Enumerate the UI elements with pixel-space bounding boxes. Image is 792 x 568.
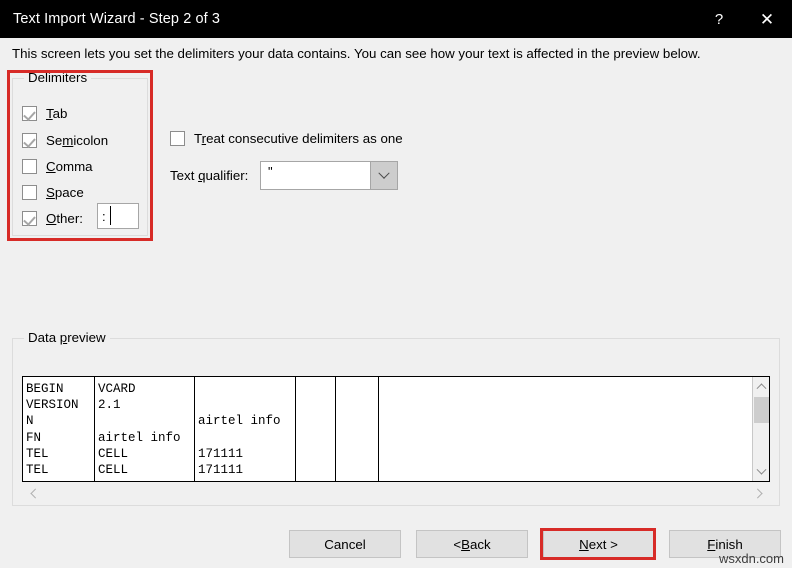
preview-cell: airtel info	[198, 414, 281, 429]
preview-cell	[339, 430, 378, 446]
text-import-wizard-dialog: Text Import Wizard - Step 2 of 3 ? ✕ Thi…	[0, 0, 792, 568]
scroll-down-icon[interactable]	[753, 464, 769, 481]
delimiters-legend: Delimiters	[24, 70, 92, 85]
checkbox-other[interactable]: Other:	[22, 209, 83, 228]
preview-cell	[299, 446, 335, 462]
preview-cell: 171111	[198, 462, 244, 477]
preview-cell: BEGIN	[26, 382, 64, 396]
preview-column-1[interactable]: VCARD 2.1 airtel info CELL CELL	[95, 377, 195, 481]
preview-cell	[198, 381, 295, 397]
preview-cell: 2.1	[98, 398, 121, 413]
chevron-down-glyph	[378, 167, 390, 179]
preview-column-5[interactable]	[379, 377, 752, 481]
preview-cell: 171111	[198, 446, 244, 461]
preview-cell	[382, 446, 752, 462]
preview-cell	[339, 381, 378, 397]
checkbox-semicolon[interactable]: Semicolon	[22, 131, 108, 150]
watermark: wsxdn.com	[718, 551, 784, 566]
scroll-up-icon[interactable]	[753, 377, 769, 394]
text-qualifier-label: Text qualifier:	[170, 168, 249, 183]
checkbox-comma-box[interactable]	[22, 159, 37, 174]
preview-cell: VCARD	[98, 382, 136, 396]
preview-column-4[interactable]	[336, 377, 379, 481]
chevron-left-glyph	[29, 488, 40, 498]
checkbox-space[interactable]: Space	[22, 183, 84, 202]
chevron-down-glyph	[756, 464, 767, 475]
preview-cell: CELL	[98, 462, 129, 477]
preview-cell	[382, 462, 752, 478]
checkbox-tab-box[interactable]	[22, 106, 37, 121]
checkbox-treat-consecutive-label: Treat consecutive delimiters as one	[194, 131, 403, 146]
preview-cell	[382, 397, 752, 413]
preview-cell: FN	[26, 430, 42, 445]
checkbox-tab[interactable]: Tab	[22, 104, 67, 123]
preview-horizontal-scrollbar[interactable]	[22, 483, 770, 503]
preview-cell: TEL	[26, 446, 49, 461]
preview-cell	[299, 413, 335, 429]
checkbox-semicolon-label: Semicolon	[46, 133, 109, 148]
preview-cell	[382, 413, 752, 429]
preview-column-0[interactable]: BEGIN VERSION N FN TEL TEL	[23, 377, 95, 481]
preview-cell	[299, 397, 335, 413]
cancel-button[interactable]: Cancel	[289, 530, 401, 558]
preview-vertical-scrollbar[interactable]	[752, 377, 769, 481]
preview-cell	[339, 446, 378, 462]
preview-column-3[interactable]	[296, 377, 336, 481]
chevron-down-icon[interactable]	[370, 162, 397, 189]
preview-cell	[339, 397, 378, 413]
chevron-right-glyph	[752, 488, 763, 498]
text-caret	[110, 206, 111, 225]
checkbox-semicolon-box[interactable]	[22, 133, 37, 148]
checkbox-comma[interactable]: Comma	[22, 157, 93, 176]
title-bar: Text Import Wizard - Step 2 of 3 ? ✕	[0, 0, 792, 38]
checkbox-space-box[interactable]	[22, 185, 37, 200]
preview-cell: CELL	[98, 446, 129, 461]
text-qualifier-value: "	[268, 164, 273, 179]
other-delimiter-input[interactable]	[97, 203, 139, 229]
checkbox-treat-consecutive-delimiters[interactable]: Treat consecutive delimiters as one	[170, 129, 403, 148]
checkbox-comma-label: Comma	[46, 159, 93, 174]
checkbox-other-label: Other:	[46, 211, 83, 226]
preview-cell	[98, 413, 194, 429]
window-title: Text Import Wizard - Step 2 of 3	[13, 11, 221, 27]
preview-column-2[interactable]: airtel info 171111 171111	[195, 377, 296, 481]
preview-cell: TEL	[26, 462, 49, 477]
chevron-up-glyph	[756, 383, 767, 394]
preview-cell	[198, 397, 295, 413]
vertical-scrollbar-thumb[interactable]	[754, 397, 769, 423]
next-button[interactable]: Next >	[543, 530, 654, 558]
preview-cell	[198, 430, 295, 446]
preview-cell: airtel info	[98, 430, 181, 445]
data-preview-legend: Data preview	[24, 330, 110, 345]
preview-cell	[299, 430, 335, 446]
checkbox-space-label: Space	[46, 185, 84, 200]
preview-cell	[299, 462, 335, 478]
preview-cell: VERSION	[26, 398, 79, 413]
text-qualifier-dropdown[interactable]: "	[260, 161, 398, 190]
instruction-text: This screen lets you set the delimiters …	[12, 46, 701, 61]
checkbox-other-box[interactable]	[22, 211, 37, 226]
preview-cell	[382, 381, 752, 397]
data-preview-table[interactable]: BEGIN VERSION N FN TEL TEL VCARD 2.1 airtel info…	[22, 376, 770, 482]
checkbox-tab-label: Tab	[46, 106, 68, 121]
data-preview-columns: BEGIN VERSION N FN TEL TEL VCARD 2.1 airtel info…	[23, 377, 752, 481]
scroll-right-icon[interactable]	[750, 483, 770, 503]
checkbox-treat-consecutive-box[interactable]	[170, 131, 185, 146]
scroll-left-icon[interactable]	[22, 483, 42, 503]
help-icon[interactable]: ?	[696, 0, 742, 38]
preview-cell	[299, 381, 335, 397]
back-button[interactable]: < Back	[416, 530, 528, 558]
preview-cell	[382, 430, 752, 446]
preview-cell	[339, 462, 378, 478]
preview-cell: N	[26, 414, 34, 429]
preview-cell	[339, 413, 378, 429]
close-icon[interactable]: ✕	[742, 0, 792, 38]
